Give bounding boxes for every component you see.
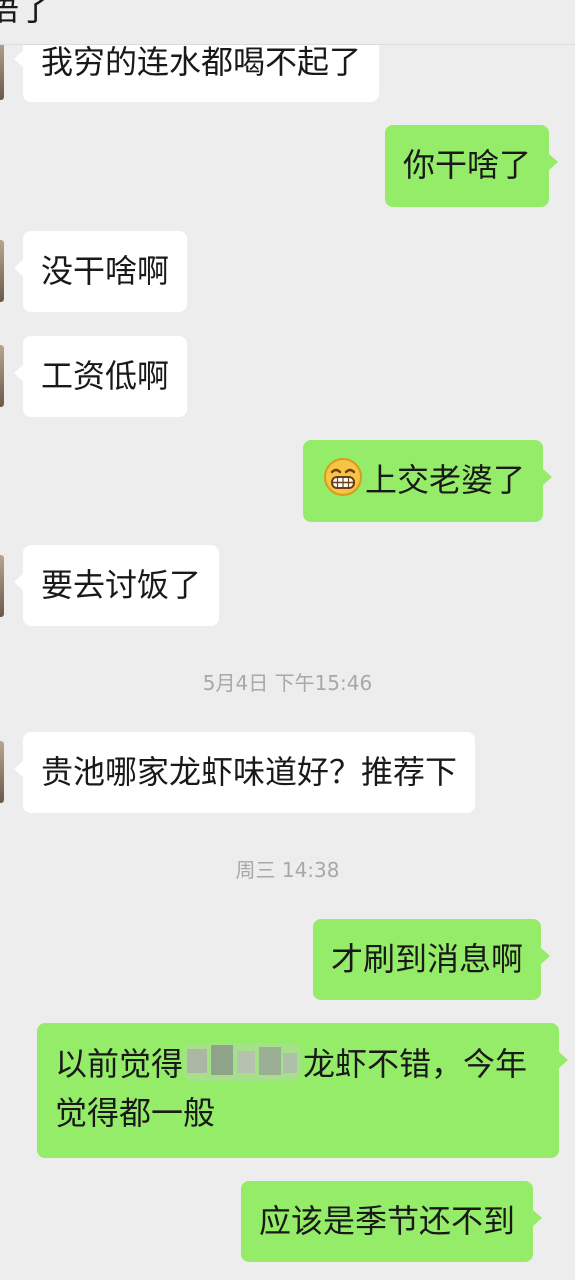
message-text: 我穷的连水都喝不起了 [41, 43, 362, 81]
message-text: 应该是季节还不到 [259, 1202, 516, 1240]
message-text: 上交老婆了 [365, 461, 526, 499]
outgoing-message[interactable]: 上交老婆了 [303, 440, 553, 522]
contact-avatar[interactable] [0, 555, 4, 617]
message-text: 工资低啊 [41, 357, 170, 395]
outgoing-message[interactable]: 才刷到消息啊 [313, 919, 551, 1000]
message-text-before: 以前觉得 [55, 1045, 184, 1083]
contact-avatar[interactable] [0, 240, 4, 302]
message-text: 没干啥啊 [41, 252, 170, 290]
message-text: 贵池哪家龙虾味道好？推荐下 [41, 753, 458, 791]
contact-avatar[interactable] [0, 38, 4, 100]
incoming-message[interactable]: 没干啥啊 [13, 231, 188, 312]
message-text: 要去讨饭了 [41, 566, 202, 604]
incoming-message[interactable]: 要去讨饭了 [13, 545, 220, 626]
incoming-message[interactable]: 贵池哪家龙虾味道好？推荐下 [13, 732, 476, 813]
incoming-message[interactable]: 工资低啊 [13, 336, 188, 417]
contact-avatar[interactable] [0, 741, 4, 803]
outgoing-message[interactable]: 应该是季节还不到 [241, 1181, 543, 1262]
outgoing-message[interactable]: 你干啥了 [385, 125, 559, 207]
message-text: 你干啥了 [403, 146, 532, 184]
message-timestamp: 周三 14:38 [235, 858, 340, 882]
message-text: 才刷到消息啊 [331, 940, 524, 978]
grinning-face-emoji-icon [324, 458, 362, 496]
outgoing-message[interactable]: 以前觉得 龙虾不错，今年觉得都一般 [37, 1023, 568, 1158]
chat-title: 语了 [0, 0, 52, 28]
contact-avatar[interactable] [0, 345, 4, 407]
chat-header: 语了 [0, 0, 575, 45]
message-timestamp: 5月4日 下午15:46 [202, 671, 373, 695]
redacted-text-blur [183, 1041, 303, 1083]
